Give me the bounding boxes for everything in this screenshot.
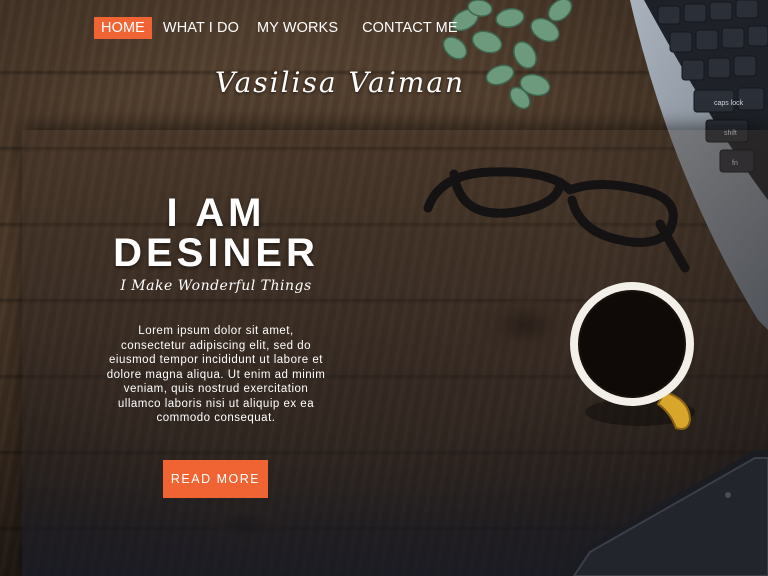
key-caps-lock: caps lock (714, 100, 744, 107)
hero-title-line1: I AM (166, 191, 266, 235)
read-more-button[interactable]: READ MORE (163, 460, 268, 498)
nav-item-my-works[interactable]: MY WORKS (250, 17, 345, 39)
glasses-icon (423, 167, 690, 273)
main-nav: HOME WHAT I DO MY WORKS CONTACT ME (94, 17, 469, 39)
hero-description: Lorem ipsum dolor sit amet, consectetur … (106, 325, 326, 424)
hero-title: I AM DESINER (108, 193, 324, 273)
coffee-mug-icon (570, 282, 695, 430)
hero-subtitle: I Make Wonderful Things (120, 278, 312, 294)
nav-item-contact-me[interactable]: CONTACT ME (355, 17, 465, 39)
nav-item-home[interactable]: HOME (94, 17, 152, 39)
hero-title-line2: DESINER (113, 231, 319, 275)
phone-icon (560, 450, 768, 576)
brand-name: Vasilisa Vaiman (214, 66, 466, 99)
nav-item-what-i-do[interactable]: WHAT I DO (156, 17, 246, 39)
